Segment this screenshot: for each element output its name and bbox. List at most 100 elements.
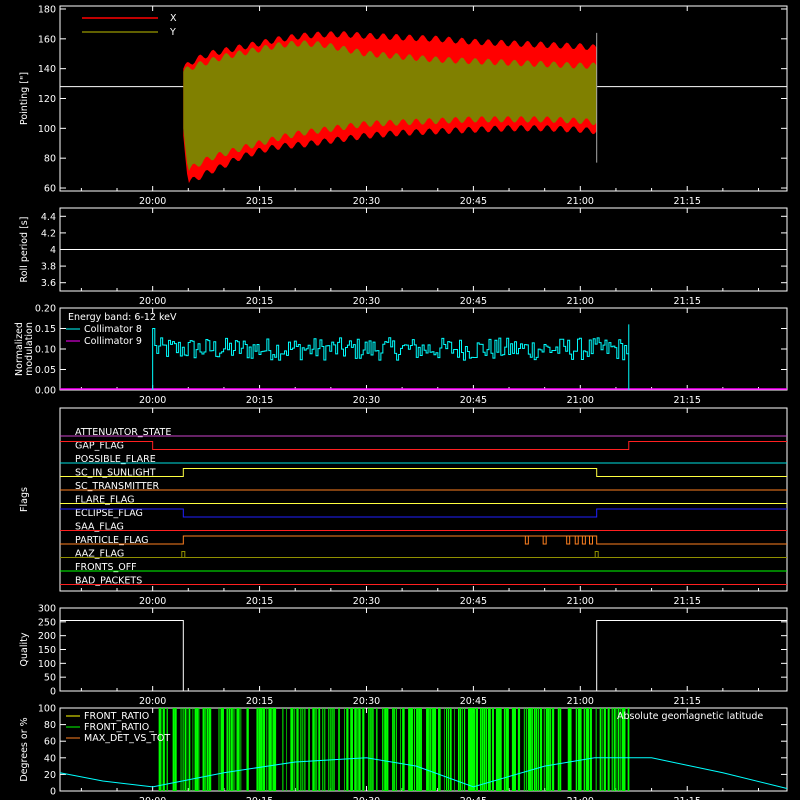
time-tick-label: 20:00 xyxy=(139,696,166,707)
front-ratio-bar xyxy=(551,708,555,791)
quality-line xyxy=(60,619,787,692)
front-ratio-bar xyxy=(454,708,455,791)
y-tick-label: 4.4 xyxy=(41,212,56,223)
front-ratio-bar xyxy=(463,708,466,791)
front-ratio-bar xyxy=(298,708,300,791)
front-ratio-bar xyxy=(232,708,234,791)
time-tick-label: 20:45 xyxy=(460,696,487,707)
y-tick-label: 3.8 xyxy=(41,262,56,273)
front-ratio-bar xyxy=(290,708,293,791)
front-ratio-bar xyxy=(408,708,411,791)
front-ratio-bar xyxy=(286,708,288,791)
flag-pulse-particle_flag xyxy=(542,536,547,545)
panel-6-ylabel: Degrees or % xyxy=(19,717,30,781)
front-ratio-bar xyxy=(324,708,326,791)
front-ratio-bar xyxy=(611,708,613,791)
flag-pulse-particle_flag xyxy=(566,536,571,545)
front-ratio-bar xyxy=(601,708,603,791)
front-ratio-bar xyxy=(302,708,304,791)
front-ratio-bar xyxy=(446,708,448,791)
time-tick-label: 21:00 xyxy=(567,296,594,307)
y-tick-label: 100 xyxy=(38,659,56,670)
front-ratio-bar xyxy=(272,708,275,791)
front-ratio-bar xyxy=(188,708,191,791)
y-tick-label: 100 xyxy=(38,704,56,715)
legend-label-front_ratio_: FRONT_RATIO_ xyxy=(84,722,154,733)
panel-1-ylabel: Pointing ["] xyxy=(19,72,30,125)
geomagnetic-latitude-label: Absolute geomagnetic latitude xyxy=(617,711,763,722)
front-ratio-bar xyxy=(270,708,272,791)
front-ratio-bar xyxy=(467,708,471,791)
front-ratio-bar xyxy=(599,708,602,791)
front-ratio-bar xyxy=(202,708,205,791)
time-tick-label: 20:00 xyxy=(139,395,166,406)
time-tick-label: 20:45 xyxy=(460,196,487,207)
flag-pulse-particle_flag xyxy=(524,536,529,545)
y-tick-label: 60 xyxy=(44,184,56,195)
front-ratio-bar xyxy=(204,708,206,791)
panel-2-ylabel: Roll period [s] xyxy=(19,217,30,283)
front-ratio-bar xyxy=(166,708,168,791)
time-tick-label: 20:15 xyxy=(246,596,273,607)
front-ratio-bar xyxy=(274,708,277,791)
front-ratio-bar xyxy=(549,708,551,791)
front-ratio-bar xyxy=(533,708,536,791)
front-ratio-bar xyxy=(495,708,499,791)
time-tick-label: 20:30 xyxy=(353,596,380,607)
front-ratio-bar xyxy=(473,708,476,791)
y-tick-label: 80 xyxy=(44,720,56,731)
front-ratio-bar xyxy=(589,708,592,791)
time-tick-label: 20:15 xyxy=(246,696,273,707)
flag-line-sc_in_sunlight xyxy=(60,468,787,477)
front-ratio-bar xyxy=(438,708,440,791)
front-ratio-bar xyxy=(266,708,268,791)
front-ratio-bar xyxy=(487,708,491,791)
front-ratio-bar xyxy=(360,708,361,791)
time-tick-label: 21:00 xyxy=(567,696,594,707)
front-ratio-bar xyxy=(226,708,228,791)
front-ratio-bar xyxy=(372,708,374,791)
plot-canvas: 20:00 20:15 20:30 20:45 21:00 21:15 60 80 100 120… xyxy=(14,4,788,800)
y-tick-label: 300 xyxy=(38,604,56,615)
front-ratio-bar xyxy=(525,708,527,791)
front-ratio-bar xyxy=(485,708,488,791)
front-ratio-bar xyxy=(430,708,432,791)
y-tick-label: 180 xyxy=(38,4,56,15)
front-ratio-bar xyxy=(457,708,460,791)
front-ratio-bar xyxy=(208,708,211,791)
front-ratio-bar xyxy=(354,708,356,791)
time-tick-label: 21:15 xyxy=(674,296,701,307)
front-ratio-bar xyxy=(344,708,345,791)
time-tick-label: 20:45 xyxy=(460,596,487,607)
front-ratio-bar xyxy=(198,708,200,791)
front-ratio-bar xyxy=(479,708,482,791)
front-ratio-bar xyxy=(505,708,509,791)
flag-pulse-aaz_flag xyxy=(181,551,186,558)
y-tick-label: 40 xyxy=(44,753,56,764)
legend-label-Collimator 8: Collimator 8 xyxy=(84,324,142,335)
front-ratio-bar xyxy=(531,708,533,791)
y-tick-label: 4.2 xyxy=(41,228,56,239)
front-ratio-bar xyxy=(358,708,360,791)
time-tick-label: 20:00 xyxy=(139,796,166,800)
panel-4-ylabel: Flags xyxy=(19,487,30,512)
y-tick-label: 0 xyxy=(50,687,56,698)
front-ratio-bar xyxy=(489,708,491,791)
front-ratio-bar xyxy=(352,708,353,791)
front-ratio-bar xyxy=(418,708,421,791)
front-ratio-bar xyxy=(174,708,177,791)
front-ratio-bar xyxy=(543,708,545,791)
front-ratio-bar xyxy=(579,708,582,791)
y-tick-label: 200 xyxy=(38,631,56,642)
front-ratio-bar xyxy=(567,708,571,791)
front-ratio-bar xyxy=(172,708,175,791)
time-tick-label: 21:15 xyxy=(674,395,701,406)
front-ratio-bar xyxy=(607,708,610,791)
y-tick-label: 0 xyxy=(50,787,56,798)
front-ratio-bar xyxy=(318,708,321,791)
front-ratio-bar xyxy=(330,708,332,791)
front-ratio-bar xyxy=(228,708,231,791)
front-ratio-bar xyxy=(603,708,606,791)
front-ratio-bar xyxy=(583,708,585,791)
flag-pulse-particle_flag xyxy=(588,536,593,545)
